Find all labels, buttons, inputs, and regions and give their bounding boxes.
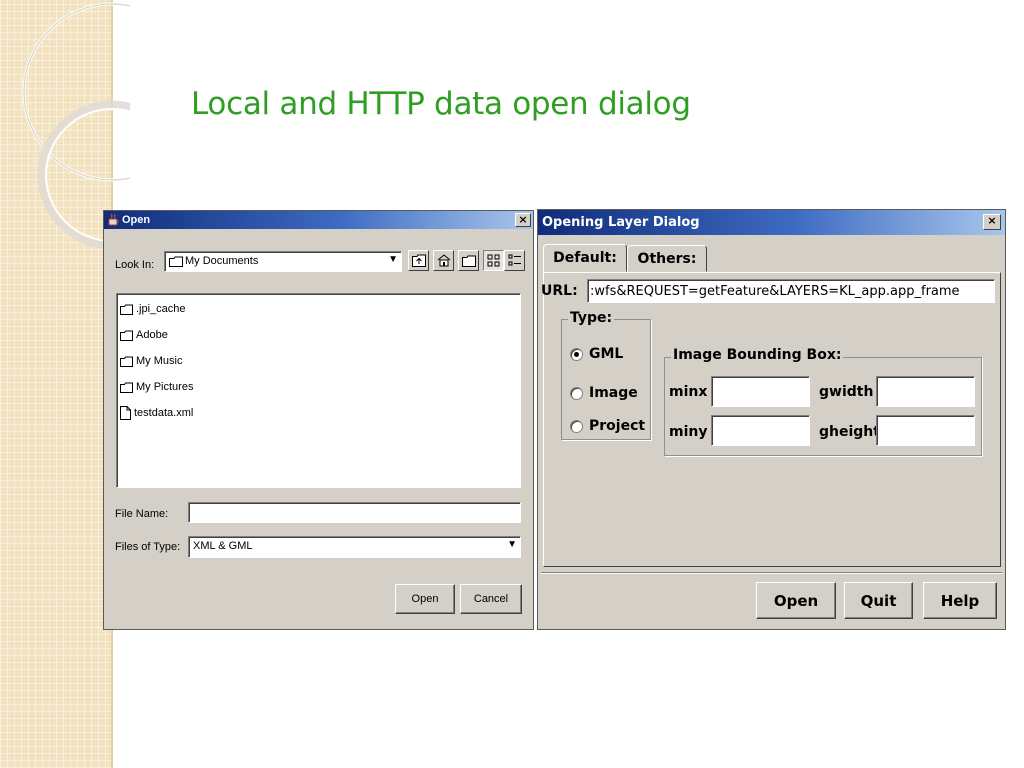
open-button[interactable]: Open [395, 584, 455, 614]
type-radio-image[interactable]: Image [570, 385, 638, 401]
layer-dialog-titlebar[interactable]: Opening Layer Dialog × [538, 210, 1005, 235]
list-view-button[interactable] [483, 250, 504, 271]
opening-layer-dialog: Opening Layer Dialog × Default: Others: … [537, 209, 1006, 630]
look-in-value: My Documents [185, 255, 259, 267]
bounding-box-group: Image Bounding Box: minx gwidth miny ghe… [664, 347, 982, 456]
look-in-label: Look In: [115, 259, 155, 271]
up-folder-icon [412, 254, 426, 267]
look-in-combo[interactable]: My Documents ▼ [164, 251, 402, 272]
default-tab-panel: URL: :wfs&REQUEST=getFeature&LAYERS=KL_a… [541, 272, 1001, 567]
slide-title: Local and HTTP data open dialog [191, 86, 691, 122]
file-name: My Pictures [136, 381, 194, 393]
help-button[interactable]: Help [923, 582, 997, 619]
type-option-label: Image [589, 385, 638, 401]
file-name-input[interactable] [188, 502, 521, 523]
type-radio-project[interactable]: Project [570, 418, 645, 434]
type-group: Type: GML Image Project [561, 310, 651, 440]
miny-input[interactable] [711, 415, 810, 446]
folder-icon [120, 382, 133, 393]
new-folder-button[interactable] [458, 250, 479, 271]
minx-input[interactable] [711, 376, 810, 407]
type-option-label: Project [589, 418, 646, 434]
minx-label: minx [669, 384, 708, 400]
gheight-input[interactable] [876, 415, 975, 446]
list-item[interactable]: Adobe [120, 326, 168, 344]
new-folder-icon [462, 255, 476, 267]
open-dialog-titlebar[interactable]: Open × [104, 211, 533, 229]
radio-unselected-icon [570, 419, 583, 433]
quit-button[interactable]: Quit [844, 582, 913, 619]
open-button[interactable]: Open [756, 582, 836, 619]
close-icon: × [518, 213, 528, 226]
chevron-down-icon: ▼ [507, 539, 517, 550]
file-icon [120, 406, 131, 420]
radio-selected-icon [570, 347, 583, 361]
files-of-type-combo[interactable]: XML & GML ▼ [188, 536, 521, 558]
url-input[interactable]: :wfs&REQUEST=getFeature&LAYERS=KL_app.ap… [587, 279, 995, 303]
files-of-type-label: Files of Type: [115, 541, 181, 553]
folder-icon [169, 256, 183, 267]
file-name: Adobe [136, 329, 168, 341]
gwidth-input[interactable] [876, 376, 975, 407]
open-dialog: Open × Look In: My Documents ▼ .jpi_cach… [103, 210, 534, 630]
close-icon: × [987, 214, 997, 227]
open-dialog-close-button[interactable]: × [515, 213, 531, 227]
open-dialog-title: Open [122, 214, 151, 226]
layer-dialog-close-button[interactable]: × [983, 214, 1001, 230]
file-name: testdata.xml [134, 407, 194, 419]
file-list[interactable]: .jpi_cache Adobe My Music My Pictures te… [116, 293, 521, 488]
url-value: :wfs&REQUEST=getFeature&LAYERS=KL_app.ap… [590, 284, 960, 299]
folder-icon [120, 356, 133, 367]
bounding-box-group-title: Image Bounding Box: [671, 347, 844, 363]
layer-dialog-title: Opening Layer Dialog [542, 215, 700, 230]
button-bar-separator [541, 572, 1002, 574]
radio-unselected-icon [570, 386, 583, 400]
list-item[interactable]: My Music [120, 352, 182, 370]
files-of-type-value: XML & GML [193, 540, 253, 552]
gwidth-label: gwidth [819, 384, 874, 400]
tab-default[interactable]: Default: [543, 244, 627, 272]
list-item[interactable]: testdata.xml [120, 404, 193, 422]
tab-others[interactable]: Others: [627, 245, 707, 272]
type-group-title: Type: [568, 310, 615, 326]
file-name: My Music [136, 355, 183, 367]
list-item[interactable]: .jpi_cache [120, 300, 186, 318]
gheight-label: gheight [819, 424, 880, 440]
type-option-label: GML [589, 346, 624, 362]
list-item[interactable]: My Pictures [120, 378, 193, 396]
file-name: .jpi_cache [136, 303, 186, 315]
chevron-down-icon: ▼ [388, 254, 398, 265]
miny-label: miny [669, 424, 708, 440]
file-name-label: File Name: [115, 508, 169, 520]
java-cup-icon [108, 213, 119, 226]
list-view-icon [487, 254, 500, 267]
home-icon [437, 254, 451, 267]
up-folder-button[interactable] [408, 250, 429, 271]
folder-icon [120, 304, 133, 315]
url-label: URL: [541, 283, 578, 299]
cancel-button[interactable]: Cancel [460, 584, 522, 614]
details-view-button[interactable] [504, 250, 525, 271]
home-button[interactable] [433, 250, 454, 271]
folder-icon [120, 330, 133, 341]
type-radio-gml[interactable]: GML [570, 346, 623, 362]
details-view-icon [508, 254, 521, 266]
